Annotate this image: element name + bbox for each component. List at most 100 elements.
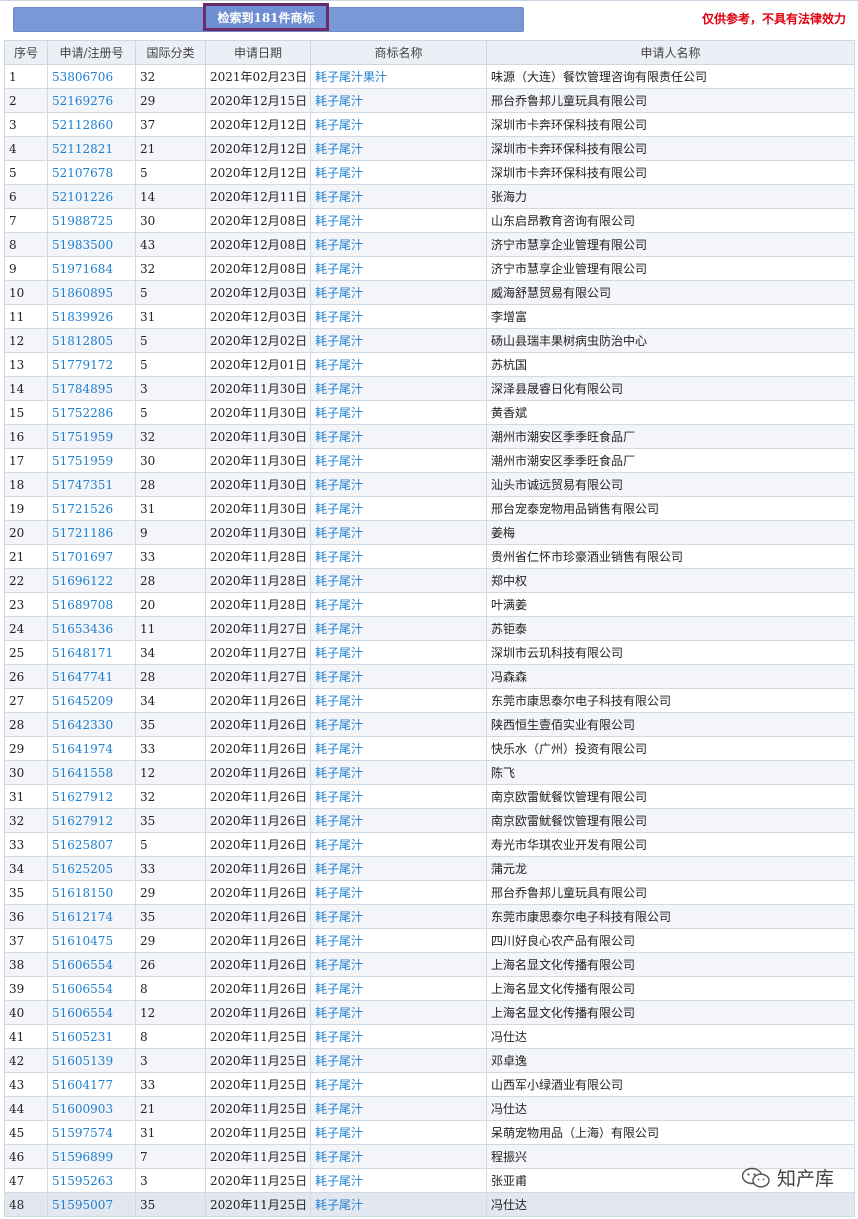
trademark-name-link[interactable]: 耗子尾汁 (310, 1120, 487, 1145)
reg-number-link[interactable]: 51612174 (47, 904, 136, 929)
table-row[interactable]: 45 51597574 31 2020年11月25日 耗子尾汁 呆萌宠物用品（上海）有限公… (4, 1120, 855, 1145)
table-row[interactable]: 28 51642330 35 2020年11月26日 耗子尾汁 陕西恒生壹佰实业有限公司 (4, 712, 855, 737)
reg-number-link[interactable]: 51752286 (47, 400, 136, 425)
reg-number-link[interactable]: 51784895 (47, 376, 136, 401)
trademark-name-link[interactable]: 耗子尾汁 (310, 472, 487, 497)
reg-number-link[interactable]: 51689708 (47, 592, 136, 617)
reg-number-link[interactable]: 52169276 (47, 88, 136, 113)
reg-number-link[interactable]: 51625807 (47, 832, 136, 857)
trademark-name-link[interactable]: 耗子尾汁 (310, 1144, 487, 1169)
trademark-name-link[interactable]: 耗子尾汁 (310, 376, 487, 401)
reg-number-link[interactable]: 51627912 (47, 784, 136, 809)
trademark-name-link[interactable]: 耗子尾汁 (310, 520, 487, 545)
trademark-name-link[interactable]: 耗子尾汁 (310, 1096, 487, 1121)
table-row[interactable]: 44 51600903 21 2020年11月25日 耗子尾汁 冯仕达 (4, 1096, 855, 1121)
trademark-name-link[interactable]: 耗子尾汁 (310, 424, 487, 449)
table-row[interactable]: 32 51627912 35 2020年11月26日 耗子尾汁 南京欧雷鱿餐饮管理有限公司 (4, 808, 855, 833)
trademark-name-link[interactable]: 耗子尾汁 (310, 1024, 487, 1049)
reg-number-link[interactable]: 51627912 (47, 808, 136, 833)
search-result-count-button[interactable]: 检索到181件商标 (203, 3, 329, 31)
reg-number-link[interactable]: 51647741 (47, 664, 136, 689)
table-row[interactable]: 14 51784895 3 2020年11月30日 耗子尾汁 深泽县晟睿日化有限公司 (4, 376, 855, 401)
reg-number-link[interactable]: 51860895 (47, 280, 136, 305)
reg-number-link[interactable]: 51653436 (47, 616, 136, 641)
reg-number-link[interactable]: 52112821 (47, 136, 136, 161)
table-row[interactable]: 30 51641558 12 2020年11月26日 耗子尾汁 陈飞 (4, 760, 855, 785)
table-row[interactable]: 27 51645209 34 2020年11月26日 耗子尾汁 东莞市康思泰尔电子科技有限… (4, 688, 855, 713)
table-row[interactable]: 13 51779172 5 2020年12月01日 耗子尾汁 苏杭国 (4, 352, 855, 377)
trademark-name-link[interactable]: 耗子尾汁 (310, 784, 487, 809)
table-row[interactable]: 41 51605231 8 2020年11月25日 耗子尾汁 冯仕达 (4, 1024, 855, 1049)
table-row[interactable]: 46 51596899 7 2020年11月25日 耗子尾汁 程振兴 (4, 1144, 855, 1169)
reg-number-link[interactable]: 51721526 (47, 496, 136, 521)
table-row[interactable]: 15 51752286 5 2020年11月30日 耗子尾汁 黄香斌 (4, 400, 855, 425)
table-row[interactable]: 2 52169276 29 2020年12月15日 耗子尾汁 邢台乔鲁邦儿童玩具有限公司 (4, 88, 855, 113)
reg-number-link[interactable]: 51839926 (47, 304, 136, 329)
column-header-trademark-name[interactable]: 商标名称 (310, 40, 487, 65)
trademark-name-link[interactable]: 耗子尾汁 (310, 952, 487, 977)
trademark-name-link[interactable]: 耗子尾汁 (310, 160, 487, 185)
reg-number-link[interactable]: 51595263 (47, 1168, 136, 1193)
trademark-name-link[interactable]: 耗子尾汁 (310, 664, 487, 689)
column-header-date[interactable]: 申请日期 (205, 40, 311, 65)
trademark-name-link[interactable]: 耗子尾汁 (310, 88, 487, 113)
trademark-name-link[interactable]: 耗子尾汁 (310, 232, 487, 257)
reg-number-link[interactable]: 51701697 (47, 544, 136, 569)
trademark-name-link[interactable]: 耗子尾汁 (310, 136, 487, 161)
table-row[interactable]: 19 51721526 31 2020年11月30日 耗子尾汁 邢台宠泰宠物用品销售有限公… (4, 496, 855, 521)
trademark-name-link[interactable]: 耗子尾汁 (310, 808, 487, 833)
trademark-name-link[interactable]: 耗子尾汁 (310, 928, 487, 953)
reg-number-link[interactable]: 51596899 (47, 1144, 136, 1169)
table-row[interactable]: 48 51595007 35 2020年11月25日 耗子尾汁 冯仕达 (4, 1192, 855, 1217)
reg-number-link[interactable]: 51605139 (47, 1048, 136, 1073)
reg-number-link[interactable]: 51983500 (47, 232, 136, 257)
reg-number-link[interactable]: 51606554 (47, 952, 136, 977)
reg-number-link[interactable]: 51751959 (47, 448, 136, 473)
reg-number-link[interactable]: 51751959 (47, 424, 136, 449)
reg-number-link[interactable]: 51641558 (47, 760, 136, 785)
trademark-name-link[interactable]: 耗子尾汁 (310, 592, 487, 617)
reg-number-link[interactable]: 51721186 (47, 520, 136, 545)
reg-number-link[interactable]: 51645209 (47, 688, 136, 713)
reg-number-link[interactable]: 51595007 (47, 1192, 136, 1217)
reg-number-link[interactable]: 51610475 (47, 928, 136, 953)
table-row[interactable]: 47 51595263 3 2020年11月25日 耗子尾汁 张亚甫 (4, 1168, 855, 1193)
trademark-name-link[interactable]: 耗子尾汁 (310, 256, 487, 281)
column-header-applicant[interactable]: 申请人名称 (486, 40, 855, 65)
reg-number-link[interactable]: 52101226 (47, 184, 136, 209)
trademark-name-link[interactable]: 耗子尾汁 (310, 280, 487, 305)
table-row[interactable]: 25 51648171 34 2020年11月27日 耗子尾汁 深圳市云玑科技有限公司 (4, 640, 855, 665)
reg-number-link[interactable]: 51606554 (47, 976, 136, 1001)
table-row[interactable]: 43 51604177 33 2020年11月25日 耗子尾汁 山西军小绿酒业有限公司 (4, 1072, 855, 1097)
trademark-name-link[interactable]: 耗子尾汁 (310, 328, 487, 353)
table-row[interactable]: 18 51747351 28 2020年11月30日 耗子尾汁 汕头市诚远贸易有限公司 (4, 472, 855, 497)
table-row[interactable]: 11 51839926 31 2020年12月03日 耗子尾汁 李增富 (4, 304, 855, 329)
table-row[interactable]: 21 51701697 33 2020年11月28日 耗子尾汁 贵州省仁怀市珍豪酒业销售有… (4, 544, 855, 569)
table-row[interactable]: 1 53806706 32 2021年02月23日 耗子尾汁果汁 味源（大连）餐饮管理咨询… (4, 64, 855, 89)
table-row[interactable]: 8 51983500 43 2020年12月08日 耗子尾汁 济宁市慧享企业管理有限公司 (4, 232, 855, 257)
trademark-name-link[interactable]: 耗子尾汁 (310, 544, 487, 569)
table-row[interactable]: 3 52112860 37 2020年12月12日 耗子尾汁 深圳市卡奔环保科技有限公司 (4, 112, 855, 137)
trademark-name-link[interactable]: 耗子尾汁 (310, 616, 487, 641)
table-row[interactable]: 26 51647741 28 2020年11月27日 耗子尾汁 冯森森 (4, 664, 855, 689)
trademark-name-link[interactable]: 耗子尾汁 (310, 832, 487, 857)
trademark-name-link[interactable]: 耗子尾汁 (310, 688, 487, 713)
trademark-name-link[interactable]: 耗子尾汁 (310, 712, 487, 737)
table-row[interactable]: 17 51751959 30 2020年11月30日 耗子尾汁 潮州市潮安区季季旺食品厂 (4, 448, 855, 473)
trademark-name-link[interactable]: 耗子尾汁 (310, 208, 487, 233)
reg-number-link[interactable]: 51606554 (47, 1000, 136, 1025)
table-row[interactable]: 7 51988725 30 2020年12月08日 耗子尾汁 山东启昂教育咨询有限公司 (4, 208, 855, 233)
trademark-name-link[interactable]: 耗子尾汁 (310, 1072, 487, 1097)
trademark-name-link[interactable]: 耗子尾汁 (310, 1168, 487, 1193)
table-row[interactable]: 5 52107678 5 2020年12月12日 耗子尾汁 深圳市卡奔环保科技有限公司 (4, 160, 855, 185)
column-header-class[interactable]: 国际分类 (135, 40, 206, 65)
table-row[interactable]: 31 51627912 32 2020年11月26日 耗子尾汁 南京欧雷鱿餐饮管理有限公司 (4, 784, 855, 809)
trademark-name-link[interactable]: 耗子尾汁 (310, 1000, 487, 1025)
reg-number-link[interactable]: 52107678 (47, 160, 136, 185)
table-row[interactable]: 38 51606554 26 2020年11月26日 耗子尾汁 上海名显文化传播有限公司 (4, 952, 855, 977)
table-row[interactable]: 42 51605139 3 2020年11月25日 耗子尾汁 邓卓逸 (4, 1048, 855, 1073)
table-row[interactable]: 35 51618150 29 2020年11月26日 耗子尾汁 邢台乔鲁邦儿童玩具有限公司 (4, 880, 855, 905)
trademark-name-link[interactable]: 耗子尾汁 (310, 640, 487, 665)
table-row[interactable]: 16 51751959 32 2020年11月30日 耗子尾汁 潮州市潮安区季季旺食品厂 (4, 424, 855, 449)
trademark-name-link[interactable]: 耗子尾汁 (310, 736, 487, 761)
